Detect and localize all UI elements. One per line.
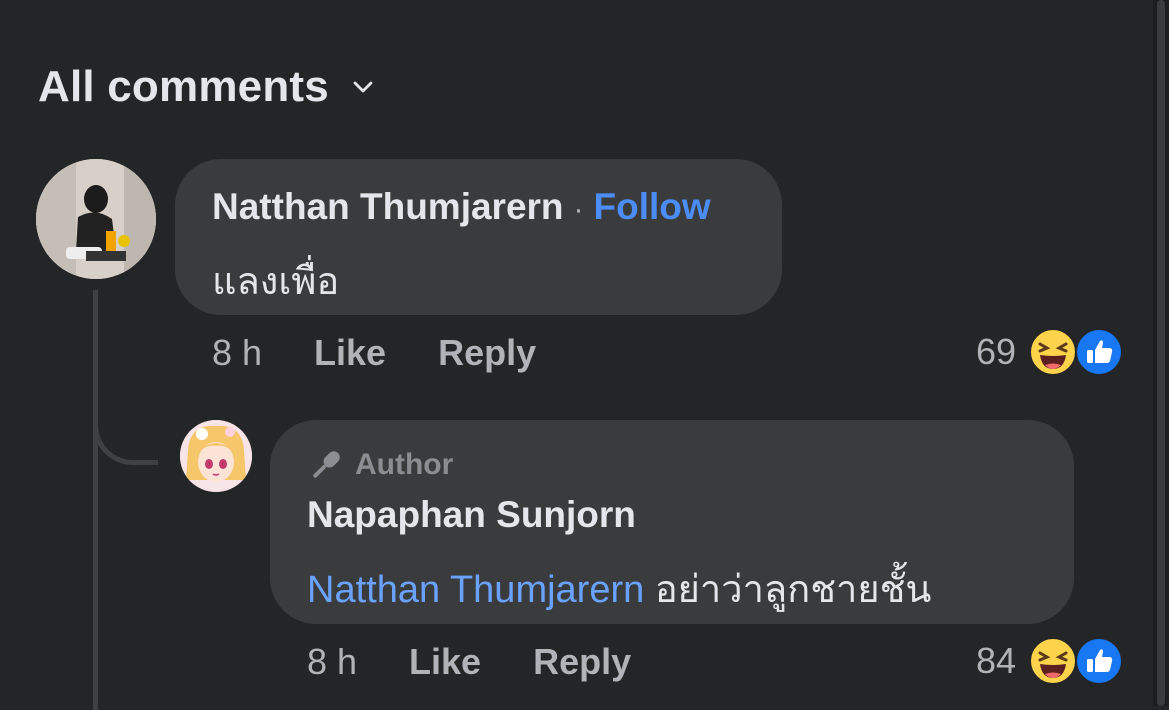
author-badge: Author — [307, 446, 453, 484]
reply-message: อย่าว่าลูกชายชั้น — [654, 569, 932, 611]
reply-timestamp[interactable]: 8 h — [307, 641, 357, 683]
scrollbar-thumb[interactable] — [1157, 0, 1165, 706]
author-badge-label: Author — [355, 448, 454, 481]
thread-line — [93, 290, 98, 710]
reply-actions: 8 h Like Reply — [307, 641, 631, 683]
chevron-down-icon — [353, 81, 373, 93]
separator-dot: · — [573, 193, 584, 226]
microphone-icon — [313, 451, 340, 478]
reply-connector — [93, 400, 158, 465]
avatar[interactable] — [36, 159, 156, 279]
haha-icon — [1029, 637, 1078, 685]
like-button[interactable]: Like — [314, 332, 386, 374]
reaction-count: 69 — [976, 331, 1017, 372]
comment-timestamp[interactable]: 8 h — [212, 332, 262, 374]
haha-icon — [1029, 328, 1078, 376]
like-icon — [1075, 637, 1124, 685]
scrollbar[interactable] — [1153, 0, 1169, 706]
mention-link[interactable]: Natthan Thumjarern — [307, 569, 644, 611]
reply-button[interactable]: Reply — [438, 332, 536, 374]
comment-author[interactable]: Natthan Thumjarern — [212, 186, 564, 228]
avatar-photo — [36, 159, 156, 279]
comment-header: Natthan Thumjarern · Follow — [212, 186, 711, 228]
like-icon — [1075, 328, 1124, 376]
reaction-summary[interactable]: 84 — [976, 636, 1124, 686]
filter-title: All comments — [38, 62, 329, 111]
reply-button[interactable]: Reply — [533, 641, 631, 683]
reply-text: Natthan Thumjarern อย่าว่าลูกชายชั้น — [307, 558, 931, 619]
all-comments-filter[interactable]: All comments — [38, 62, 375, 112]
reply-avatar[interactable] — [180, 420, 252, 492]
comment-actions: 8 h Like Reply — [212, 332, 536, 374]
follow-button[interactable]: Follow — [594, 186, 711, 228]
like-button[interactable]: Like — [409, 641, 481, 683]
reply-author[interactable]: Napaphan Sunjorn — [307, 494, 636, 536]
reaction-count: 84 — [976, 640, 1017, 681]
comment-text: แลงเพื่อ — [212, 261, 340, 303]
reaction-summary[interactable]: 69 — [976, 327, 1124, 377]
avatar-illustration — [180, 420, 252, 492]
